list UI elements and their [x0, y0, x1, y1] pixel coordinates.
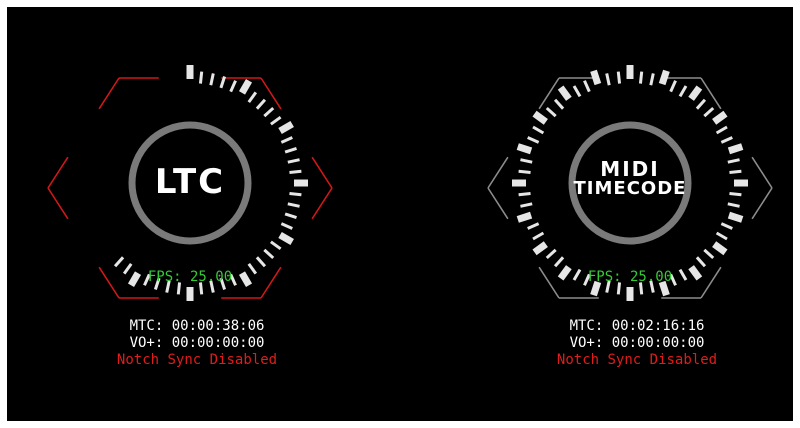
ltc-tick	[198, 71, 204, 84]
midi-hex-segment	[487, 187, 509, 220]
ltc-tick	[287, 202, 300, 208]
midi-label-line2: TIMECODE	[573, 178, 687, 199]
midi-tick	[557, 85, 572, 101]
midi-hex-segment	[538, 77, 560, 110]
ltc-tick	[255, 256, 267, 268]
midi-tick	[527, 136, 540, 144]
ltc-tick	[289, 169, 302, 175]
midi-hex-segment	[751, 187, 773, 220]
ltc-notch-status: Notch Sync Disabled	[116, 352, 278, 368]
midi-vo-readout: VO+: 00:00:00:00	[569, 335, 705, 351]
midi-tick	[720, 136, 733, 144]
midi-tick	[583, 80, 591, 93]
midi-hex-segment	[700, 77, 722, 110]
midi-tick	[688, 85, 703, 101]
ltc-tick	[263, 106, 275, 118]
midi-tick	[518, 169, 531, 175]
midi-tick	[532, 231, 545, 241]
ltc-tick	[284, 212, 297, 220]
midi-hex-segment	[487, 156, 509, 189]
ltc-tick	[270, 240, 282, 251]
timecode-panel: LTC FPS: 25.00 MTC: 00:00:38:06 VO+: 00:…	[7, 7, 793, 421]
midi-tick	[572, 85, 582, 98]
ltc-tick	[247, 91, 258, 103]
midi-hex-segment	[751, 156, 773, 189]
ltc-hex-segment	[47, 156, 69, 189]
midi-mtc-readout: MTC: 00:02:16:16	[569, 318, 705, 334]
midi-center-label: MIDI TIMECODE	[560, 159, 700, 199]
midi-gauge: MIDI TIMECODE	[399, 7, 793, 307]
midi-tick	[518, 191, 531, 197]
midi-tick	[727, 158, 740, 164]
ltc-center-label: LTC	[154, 162, 226, 202]
midi-fps-label: FPS: 25.00	[587, 269, 673, 285]
ltc-vo-readout: VO+: 00:00:00:00	[129, 335, 265, 351]
ltc-tick	[263, 248, 275, 260]
midi-tick	[695, 256, 707, 268]
midi-tick	[545, 248, 557, 260]
ltc-tick	[278, 231, 294, 246]
midi-tick	[532, 241, 548, 256]
midi-tick	[678, 85, 688, 98]
midi-tick	[520, 202, 533, 208]
midi-readout: MTC: 00:02:16:16 VO+: 00:00:00:00 Notch …	[507, 318, 767, 369]
midi-tick	[703, 248, 715, 260]
ltc-tick	[209, 73, 215, 86]
ltc-tick	[229, 80, 237, 93]
midi-gauge-graphic	[487, 65, 773, 301]
ltc-hex-segment	[311, 156, 333, 189]
midi-tick	[616, 71, 622, 84]
midi-tick	[695, 98, 707, 110]
midi-tick	[553, 256, 565, 268]
midi-tick	[638, 71, 644, 84]
ltc-hex-segment	[311, 187, 333, 220]
midi-label-line1: MIDI	[600, 157, 660, 181]
midi-tick	[545, 106, 557, 118]
ltc-tick	[278, 120, 294, 135]
ltc-mtc-readout: MTC: 00:00:38:06	[129, 318, 265, 334]
midi-tick	[703, 106, 715, 118]
midi-tick	[720, 222, 733, 230]
midi-tick	[727, 143, 744, 155]
midi-tick	[715, 125, 728, 135]
midi-tick	[669, 80, 677, 93]
midi-tick	[527, 222, 540, 230]
midi-tick	[605, 73, 611, 86]
midi-tick	[715, 231, 728, 241]
midi-notch-status: Notch Sync Disabled	[556, 352, 718, 368]
ltc-tick	[113, 256, 125, 268]
ltc-gauge-graphic	[47, 65, 333, 301]
midi-tick	[590, 69, 602, 86]
ltc-gauge: LTC	[7, 7, 399, 307]
midi-tick	[729, 169, 742, 175]
ltc-tick	[280, 222, 293, 230]
ltc-tick	[238, 79, 253, 95]
midi-tick	[712, 110, 728, 125]
ltc-hex-segment	[47, 187, 69, 220]
ltc-tick	[255, 98, 267, 110]
ltc-tick	[287, 158, 300, 164]
ltc-readout: MTC: 00:00:38:06 VO+: 00:00:00:00 Notch …	[67, 318, 327, 369]
ltc-tick	[280, 136, 293, 144]
midi-tick	[727, 211, 744, 223]
midi-tick	[532, 125, 545, 135]
ltc-hex-segment	[260, 77, 282, 110]
ltc-tick	[284, 146, 297, 154]
midi-tick	[729, 191, 742, 197]
ltc-fps-label: FPS: 25.00	[147, 269, 233, 285]
midi-tick	[649, 73, 655, 86]
midi-tick	[712, 241, 728, 256]
midi-tick	[658, 69, 670, 86]
ltc-tick	[289, 191, 302, 197]
midi-tick	[516, 211, 533, 223]
midi-tick	[553, 98, 565, 110]
midi-tick	[520, 158, 533, 164]
midi-tick	[532, 110, 548, 125]
midi-tick	[516, 143, 533, 155]
midi-tick	[727, 202, 740, 208]
ltc-hex-segment	[98, 77, 120, 110]
ltc-tick	[270, 115, 282, 126]
